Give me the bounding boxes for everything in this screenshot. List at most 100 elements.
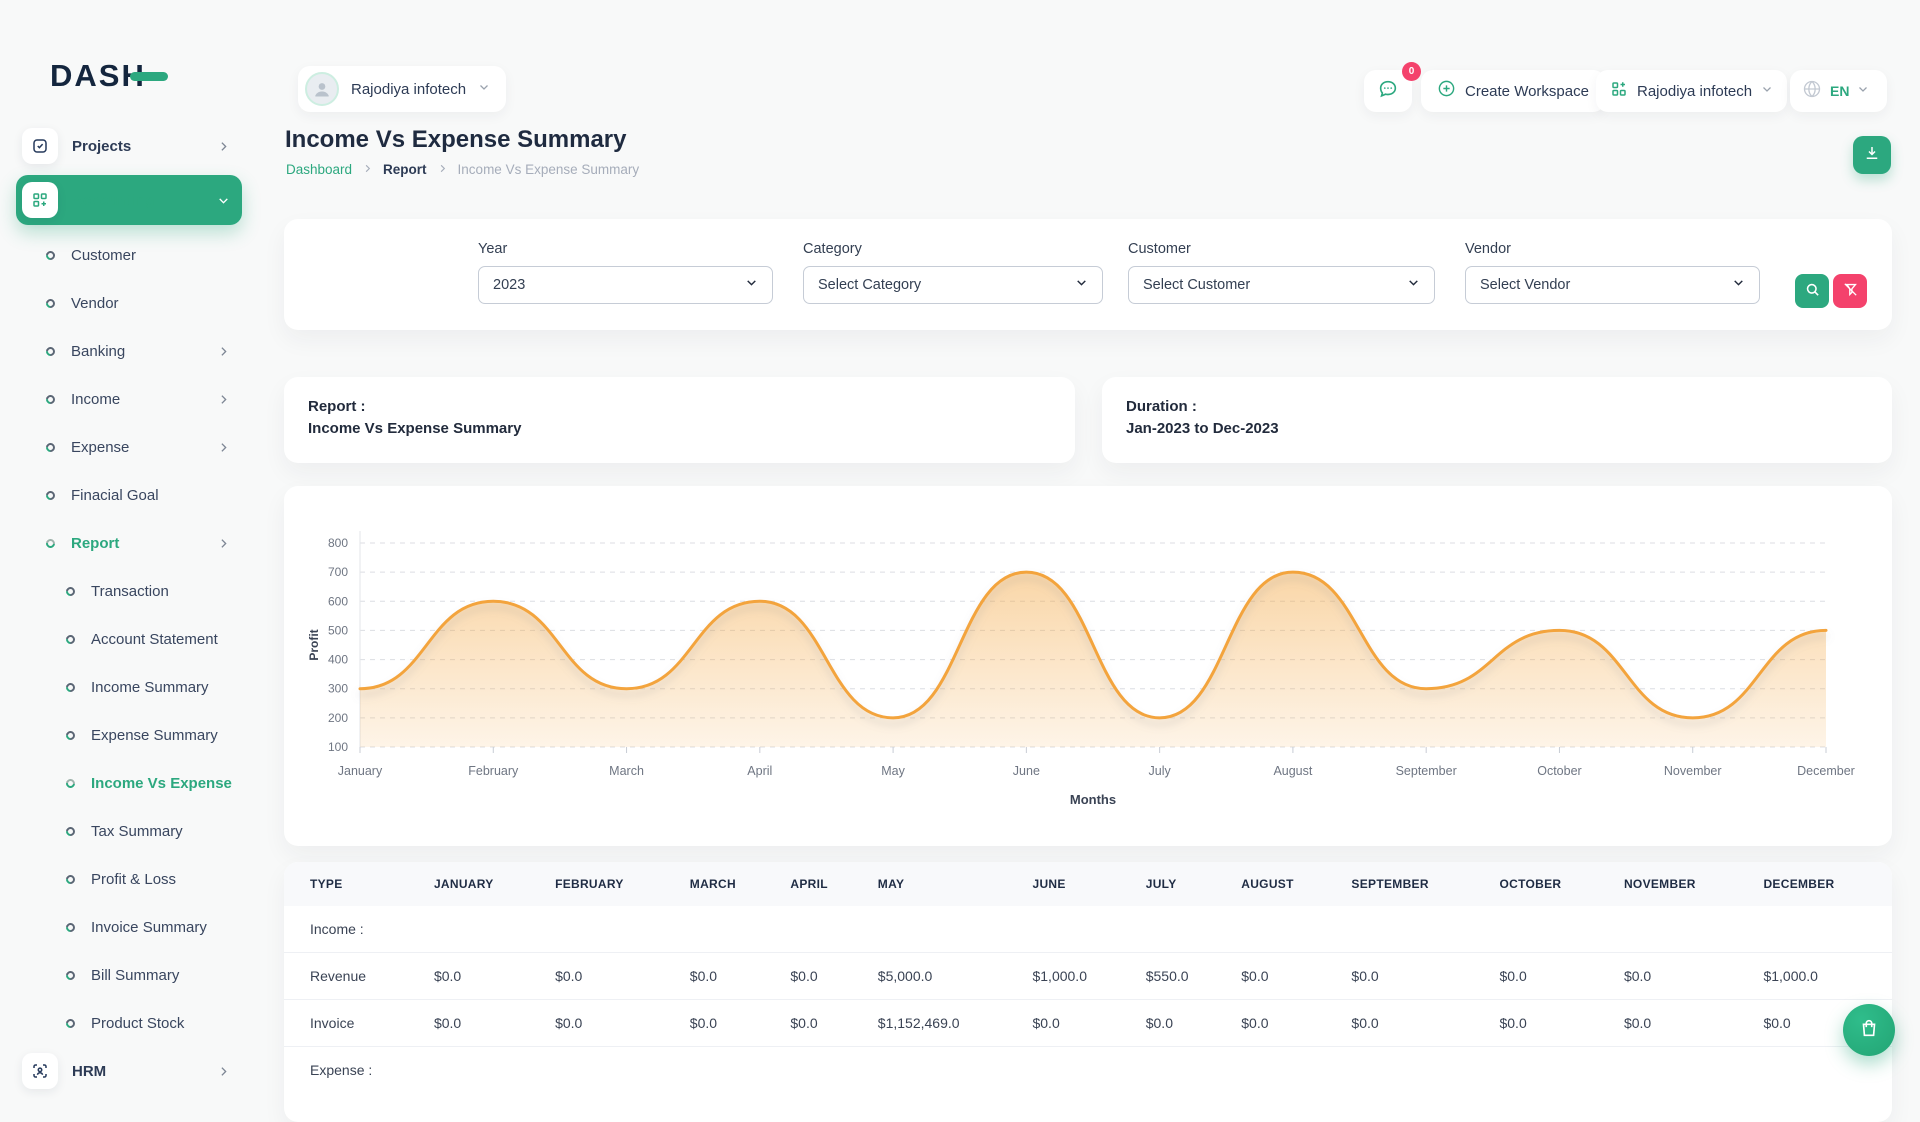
vendor-select[interactable]: Select Vendor [1465,266,1760,304]
vendor-label: Vendor [1465,241,1760,257]
sidebar-item-label: HRM [72,1063,106,1080]
sidebar-item-expense-summary[interactable]: Expense Summary [16,711,242,759]
svg-text:600: 600 [328,594,348,608]
sidebar-item-product-stock[interactable]: Product Stock [16,999,242,1047]
sidebar-item-report[interactable]: Report [16,519,242,567]
table-column-header: OCTOBER [1489,862,1613,906]
row-value-cell: $1,000.0 [1022,953,1135,1000]
page-title: Income Vs Expense Summary [285,126,626,154]
svg-text:500: 500 [328,623,348,637]
customer-label: Customer [1128,241,1435,257]
sidebar-item-label: Tax Summary [91,823,183,840]
sidebar-item-profit-loss[interactable]: Profit & Loss [16,855,242,903]
sidebar-item-label: Account Statement [91,631,218,648]
row-value-cell: $0.0 [1136,1000,1232,1047]
breadcrumb: Dashboard Report Income Vs Expense Summa… [286,162,639,177]
year-select[interactable]: 2023 [478,266,773,304]
table-row: Invoice$0.0$0.0$0.0$0.0$1,152,469.0$0.0$… [284,1000,1892,1047]
chevron-right-icon [217,441,230,454]
income-expense-table: TYPEJANUARYFEBRUARYMARCHAPRILMAYJUNEJULY… [284,862,1892,1093]
plus-circle-icon [1437,79,1456,103]
table-column-header: FEBRUARY [545,862,680,906]
table-row: Revenue$0.0$0.0$0.0$0.0$5,000.0$1,000.0$… [284,953,1892,1000]
sidebar-item-income-summary[interactable]: Income Summary [16,663,242,711]
row-value-cell: $0.0 [545,1000,680,1047]
sidebar-item-expense[interactable]: Expense [16,423,242,471]
sidebar-menu: Projects Accounting CustomerVendor Banking I… [16,122,242,1095]
workspace-selector[interactable]: Rajodiya infotech [298,66,506,112]
company-selector[interactable]: Rajodiya infotech [1596,70,1787,112]
table-column-header: APRIL [780,862,867,906]
svg-text:January: January [338,764,383,778]
table-column-header: MAY [868,862,1023,906]
bullet-ring-icon [64,969,77,982]
svg-text:June: June [1013,764,1040,778]
svg-text:Months: Months [1070,792,1116,807]
table-column-header: NOVEMBER [1614,862,1753,906]
row-value-cell: $550.0 [1136,953,1232,1000]
svg-text:700: 700 [328,565,348,579]
chevron-right-icon [217,393,230,406]
bullet-ring-icon [44,345,57,358]
download-report-button[interactable] [1853,136,1891,174]
bullet-ring-icon [64,729,77,742]
income-expense-table-card: TYPEJANUARYFEBRUARYMARCHAPRILMAYJUNEJULY… [284,862,1892,1122]
reset-filter-button[interactable] [1833,274,1867,308]
language-selector[interactable]: EN [1790,70,1887,112]
bullet-ring-icon [64,873,77,886]
sidebar-item-customer[interactable]: Customer [16,231,242,279]
svg-text:800: 800 [328,536,348,550]
sidebar-item-income[interactable]: Income [16,375,242,423]
apply-filter-button[interactable] [1795,274,1829,308]
svg-text:March: March [609,764,644,778]
sidebar-item-invoice-summary[interactable]: Invoice Summary [16,903,242,951]
bullet-ring-icon [64,921,77,934]
row-type-cell: Revenue [284,953,424,1000]
purchase-fab-button[interactable] [1843,1004,1895,1056]
category-select[interactable]: Select Category [803,266,1103,304]
sidebar-item-projects[interactable]: Projects [16,122,242,170]
svg-text:400: 400 [328,653,348,667]
breadcrumb-report-link[interactable]: Report [383,162,427,177]
row-value-cell: $0.0 [1489,953,1613,1000]
table-column-header: MARCH [680,862,781,906]
bullet-ring-icon [64,681,77,694]
svg-text:November: November [1664,764,1722,778]
bullet-ring-icon [64,585,77,598]
chevron-down-icon [1732,276,1745,294]
sidebar-item-income-vs-expense[interactable]: Income Vs Expense [16,759,242,807]
create-workspace-label: Create Workspace [1465,83,1589,100]
sidebar-item-label: Banking [71,343,125,360]
row-value-cell: $0.0 [1022,1000,1135,1047]
app-logo[interactable]: DASH [50,56,242,96]
messages-button[interactable]: 0 [1364,70,1412,112]
table-column-header: AUGUST [1231,862,1341,906]
bullet-ring-icon [44,393,57,406]
row-value-cell: $5,000.0 [868,953,1023,1000]
sidebar-item-banking[interactable]: Banking [16,327,242,375]
sidebar-item-transaction[interactable]: Transaction [16,567,242,615]
table-section-row: Expense : [284,1047,1892,1094]
chat-icon [1377,78,1399,105]
chevron-down-icon [1075,276,1088,294]
row-value-cell: $0.0 [424,953,545,1000]
create-workspace-button[interactable]: Create Workspace [1421,70,1605,112]
sidebar-item-label: Income [71,391,120,408]
sidebar: DASH Projects Accounting CustomerVendor Ban… [16,56,242,1095]
chevron-right-icon [217,345,230,358]
bullet-ring-icon [64,825,77,838]
sidebar-item-tax-summary[interactable]: Tax Summary [16,807,242,855]
sidebar-item-bill-summary[interactable]: Bill Summary [16,951,242,999]
customer-select[interactable]: Select Customer [1128,266,1435,304]
breadcrumb-dashboard-link[interactable]: Dashboard [286,162,352,177]
sidebar-item-vendor[interactable]: Vendor [16,279,242,327]
row-value-cell: $0.0 [780,1000,867,1047]
sidebar-item-accounting[interactable]: Accounting [16,175,242,225]
sidebar-item-finacial-goal[interactable]: Finacial Goal [16,471,242,519]
bullet-ring-icon [64,1017,77,1030]
row-value-cell: $0.0 [545,953,680,1000]
sidebar-item-label: Product Stock [91,1015,184,1032]
sidebar-item-account-statement[interactable]: Account Statement [16,615,242,663]
chevron-down-icon [1857,82,1869,100]
sidebar-item-hrm[interactable]: HRM [16,1047,242,1095]
